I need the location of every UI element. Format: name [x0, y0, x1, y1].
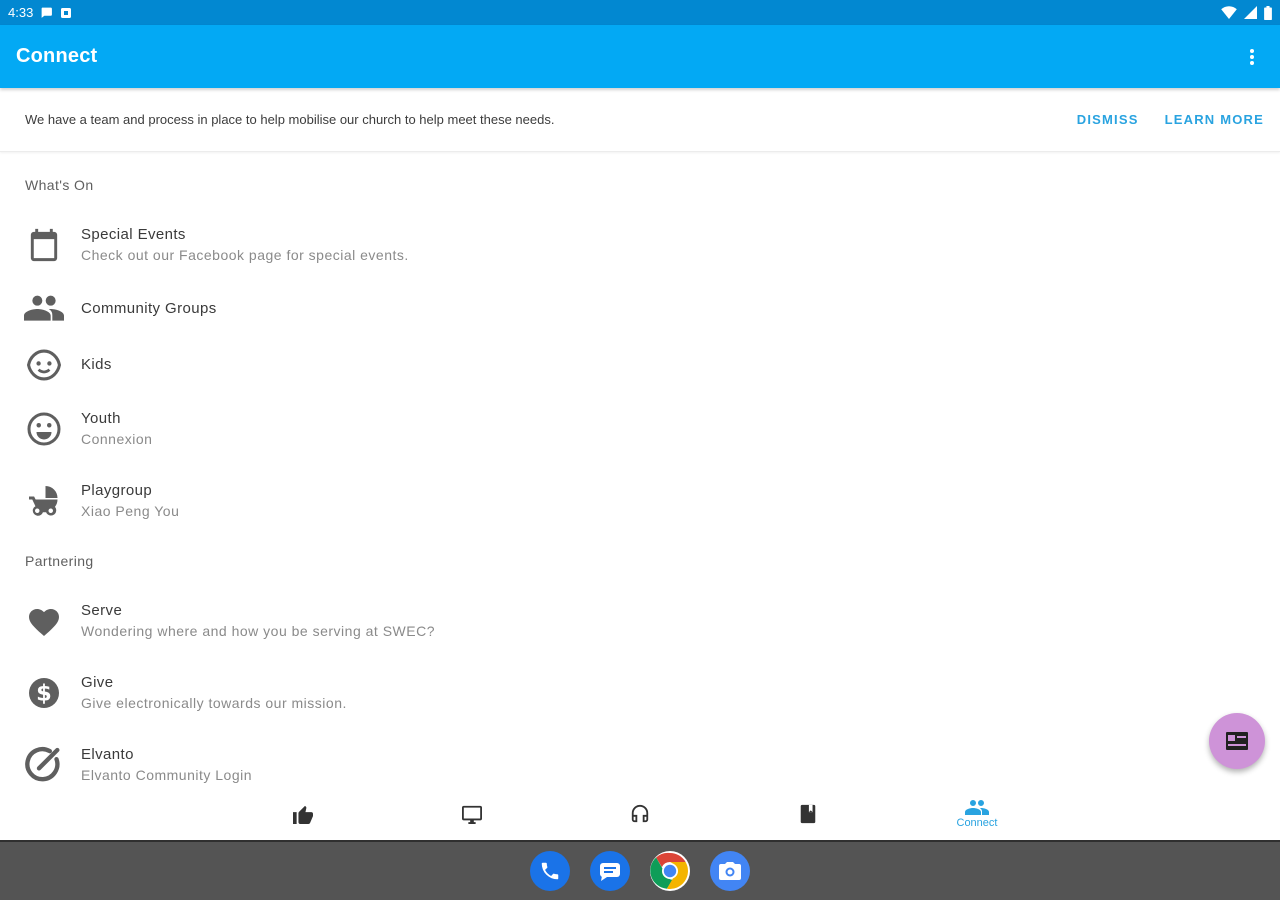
- phone-icon[interactable]: [530, 851, 570, 891]
- notification-square-icon: [61, 7, 72, 18]
- nav-item-feed[interactable]: [263, 787, 343, 840]
- app-title: Connect: [16, 45, 98, 67]
- app-bar: Connect: [0, 25, 1280, 88]
- item-subtitle: Wondering where and how you be serving a…: [81, 623, 435, 639]
- item-subtitle: Elvanto Community Login: [81, 767, 253, 783]
- list-item-elvanto[interactable]: Elvanto Elvanto Community Login: [0, 743, 1280, 787]
- item-title: Elvanto: [81, 746, 134, 763]
- list-item-text: Give Give electronically towards our mis…: [81, 673, 347, 713]
- item-title: Special Events: [81, 226, 186, 243]
- item-subtitle: Xiao Peng You: [81, 503, 180, 519]
- svg-text:$: $: [36, 681, 52, 707]
- more-vert-icon: [1250, 48, 1254, 65]
- section-header-partnering: Partnering: [25, 553, 94, 569]
- list-item-serve[interactable]: Serve Wondering where and how you be ser…: [0, 599, 1280, 643]
- card-icon: [1226, 732, 1248, 750]
- status-left: 4:33: [8, 5, 72, 20]
- camera-icon[interactable]: [710, 851, 750, 891]
- item-title: Give: [81, 674, 114, 691]
- nav-item-watch[interactable]: [432, 787, 512, 840]
- status-time: 4:33: [8, 5, 34, 20]
- contact-card-fab[interactable]: [1209, 713, 1265, 769]
- people-icon: [965, 799, 989, 815]
- list-item-text: Youth Connexion: [81, 409, 152, 449]
- nav-item-listen[interactable]: [600, 787, 680, 840]
- nav-item-connect[interactable]: Connect: [937, 787, 1017, 840]
- list-item-text: Kids: [81, 355, 112, 375]
- nav-item-read[interactable]: [768, 787, 848, 840]
- banner-actions: DISMISS LEARN MORE: [1077, 112, 1264, 127]
- item-title: Youth: [81, 410, 121, 427]
- dollar-icon: $: [24, 673, 64, 713]
- dismiss-button[interactable]: DISMISS: [1077, 112, 1139, 127]
- signal-icon: [1244, 6, 1257, 19]
- item-title: Playgroup: [81, 482, 153, 499]
- child-face-icon: [24, 345, 64, 385]
- thumb-up-icon: [293, 805, 313, 824]
- wifi-icon: [1221, 6, 1237, 19]
- people-icon: [24, 289, 64, 329]
- list-item-community-groups[interactable]: Community Groups: [0, 289, 1280, 329]
- banner-text: We have a team and process in place to h…: [25, 112, 555, 127]
- list-item-text: Playgroup Xiao Peng You: [81, 481, 179, 521]
- list-item-text: Elvanto Elvanto Community Login: [81, 745, 252, 785]
- item-title: Kids: [81, 356, 112, 373]
- tv-icon: [462, 805, 482, 824]
- list-item-youth[interactable]: Youth Connexion: [0, 407, 1280, 451]
- chat-bubble-icon: [41, 7, 53, 18]
- overflow-menu-button[interactable]: [1240, 37, 1264, 77]
- item-subtitle: Check out our Facebook page for special …: [81, 247, 409, 263]
- list-item-text: Community Groups: [81, 299, 217, 319]
- list-item-text: Serve Wondering where and how you be ser…: [81, 601, 435, 641]
- item-title: Serve: [81, 602, 123, 619]
- heart-icon: [24, 601, 64, 641]
- elvanto-check-icon: [24, 745, 64, 785]
- list-item-text: Special Events Check out our Facebook pa…: [81, 225, 409, 265]
- list-item-special-events[interactable]: Special Events Check out our Facebook pa…: [0, 223, 1280, 267]
- item-subtitle: Give electronically towards our mission.: [81, 695, 347, 711]
- messages-icon[interactable]: [590, 851, 630, 891]
- smiley-icon: [24, 409, 64, 449]
- list-item-give[interactable]: $ Give Give electronically towards our m…: [0, 671, 1280, 715]
- section-header-whats-on: What's On: [25, 177, 94, 193]
- list-item-kids[interactable]: Kids: [0, 345, 1280, 385]
- battery-icon: [1264, 5, 1272, 20]
- learn-more-button[interactable]: LEARN MORE: [1165, 112, 1264, 127]
- status-bar: 4:33: [0, 0, 1280, 25]
- calendar-icon: [24, 225, 64, 265]
- connect-list: What's On Special Events Check out our F…: [0, 153, 1280, 787]
- book-icon: [800, 804, 816, 823]
- item-subtitle: Connexion: [81, 431, 153, 447]
- info-banner: We have a team and process in place to h…: [0, 88, 1280, 152]
- status-right: [1221, 5, 1272, 20]
- item-title: Community Groups: [81, 300, 217, 317]
- headphones-icon: [631, 804, 649, 822]
- chrome-icon[interactable]: [650, 851, 690, 891]
- nav-label-connect: Connect: [956, 816, 998, 829]
- system-dock: [0, 840, 1280, 900]
- list-item-playgroup[interactable]: Playgroup Xiao Peng You: [0, 479, 1280, 523]
- stroller-icon: [24, 481, 64, 521]
- bottom-navigation: Connect: [0, 787, 1280, 840]
